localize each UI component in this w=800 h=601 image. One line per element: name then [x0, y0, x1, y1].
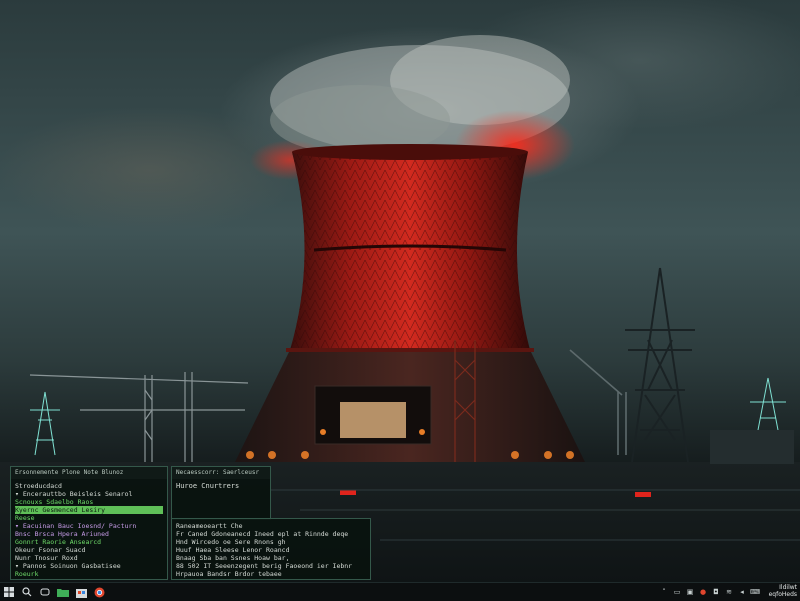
terminal-line: ▾ Encerauttbo Beisleis Senarol	[15, 490, 133, 498]
crane-left	[29, 372, 249, 462]
network-icon[interactable]: ▣	[685, 587, 695, 597]
security-icon[interactable]: ●	[698, 587, 708, 597]
system-tray: ˄ ▭ ▣ ● ◘ ≋ ◂ ⌨	[659, 583, 760, 601]
keyboard-icon[interactable]: ⌨	[750, 587, 760, 597]
chat-icon[interactable]: ◘	[711, 587, 721, 597]
terminal-line: Roeurk	[15, 570, 39, 578]
tower-rim	[292, 144, 528, 160]
clock-time: Ildilwt	[779, 584, 797, 591]
terminal-line: Stroeducdacd	[15, 482, 62, 490]
terminal-line: Brone Bcrar Gouerelon anacurs	[15, 578, 163, 579]
terminal-line: Okeur Fsonar Suacd	[15, 546, 86, 554]
terminal-window-status[interactable]: Necaesscorr: Saerlceusr Huroe Cnurtrers	[171, 466, 271, 520]
terminal-line: Fr Caned Gdoneanecd Ineed epl at Rinnde …	[176, 530, 349, 538]
building-right	[710, 430, 794, 464]
terminal-line: Kyernc Gesmenced Lesiry	[15, 506, 163, 514]
terminal-line: 88 502 IT Seeenzegent berig Faoeond ier …	[176, 562, 353, 570]
terminal-line: Gonnrt Raorie Ansearcd	[15, 538, 102, 546]
terminal-line: ▾ Eacuinan Bauc Ioesnd/ Pacturn	[15, 522, 137, 530]
terminal-line: Bnaag Sba ban Ssnes Hoaw bar,	[176, 554, 290, 562]
windows-icon[interactable]	[0, 583, 18, 601]
lattice-tower	[625, 267, 695, 463]
search-icon[interactable]	[18, 583, 36, 601]
folder-icon[interactable]	[54, 583, 72, 601]
terminal-line: Hnd Wircedo oe Sere Rnons gh	[176, 538, 286, 546]
terminal-line: Bnsc Brsca Hpera Ariuned	[15, 530, 109, 538]
terminal-window-log[interactable]: Raneameoeartt Che Fr Caned Gdoneanecd Ine…	[171, 518, 371, 580]
terminal-line: Reese	[15, 514, 35, 522]
terminal-line: Nunr Tnosur Roxd	[15, 554, 78, 562]
terminal-heading: Huroe Cnurtrers	[176, 482, 240, 490]
red-light	[635, 492, 651, 497]
volume-icon[interactable]: ◂	[737, 587, 747, 597]
desktop-wallpaper: Ersonnemente Plone Note Blunoz Stroeducd…	[0, 0, 800, 582]
terminal-title: Ersonnemente Plone Note Blunoz	[11, 467, 167, 479]
red-light	[340, 490, 356, 495]
terminal-output: Stroeducdacd ▾ Encerauttbo Beisleis Senar…	[11, 479, 167, 579]
crane-right	[569, 349, 627, 455]
pylon-left	[30, 391, 60, 456]
taskbar-clock[interactable]: Ildilwt eqfoHeds	[761, 584, 797, 598]
terminal-line: Raneameoeartt Che	[176, 522, 243, 530]
terminal-line: ▾ Pannos Soinuon Gasbatisee	[15, 562, 121, 570]
display-icon[interactable]: ▭	[672, 587, 682, 597]
terminal-line: Scnouxs Sdaelbo Raos	[15, 498, 94, 506]
pylon-right	[750, 377, 786, 431]
terminal-line: Eoas la las Boreas Laend	[176, 578, 366, 579]
terminal-title: Necaesscorr: Saerlceusr	[172, 467, 270, 479]
taskbar: ˄ ▭ ▣ ● ◘ ≋ ◂ ⌨ Ildilwt eqfoHeds	[0, 582, 800, 601]
terminal-line: Hrpauoa Bandsr Brdor tebaee	[176, 570, 282, 578]
clock-date: eqfoHeds	[768, 591, 797, 598]
terminal-line: Huuf Haea Sleese Lenor Roancd	[176, 546, 290, 554]
task-view-icon[interactable]	[36, 583, 54, 601]
chrome-icon[interactable]	[90, 583, 108, 601]
wifi-icon[interactable]: ≋	[724, 587, 734, 597]
store-icon[interactable]	[72, 583, 90, 601]
chevron-up-icon[interactable]: ˄	[659, 587, 669, 597]
terminal-output: Raneameoeartt Che Fr Caned Gdoneanecd Ine…	[172, 519, 370, 579]
terminal-window-tree[interactable]: Ersonnemente Plone Note Blunoz Stroeducd…	[10, 466, 168, 580]
tower-screen-glow	[340, 402, 406, 438]
